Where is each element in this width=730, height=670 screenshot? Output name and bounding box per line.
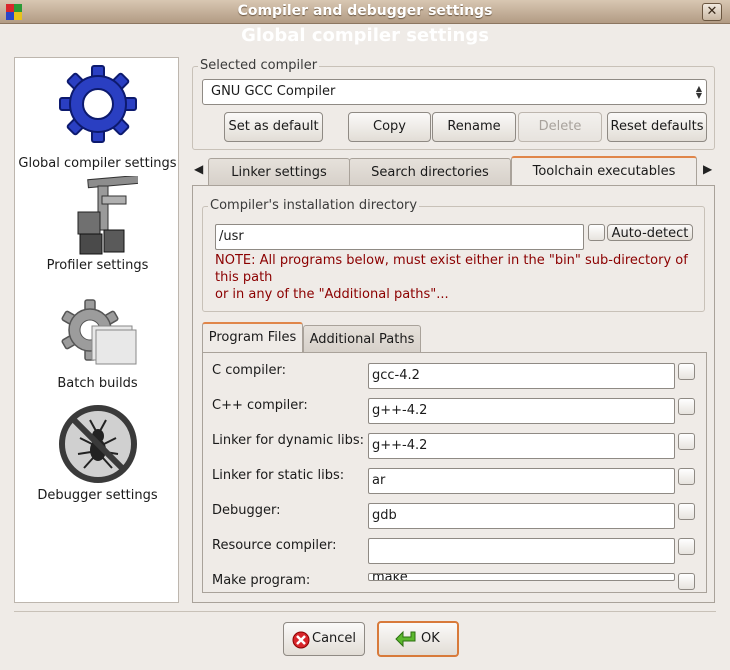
ok-arrow-icon (395, 630, 416, 648)
c-compiler-input[interactable]: gcc-4.2 (368, 363, 675, 389)
dynamic-linker-browse[interactable] (678, 433, 695, 450)
tab-search-directories[interactable]: Search directories (349, 158, 511, 186)
cpp-compiler-input[interactable]: g++-4.2 (368, 398, 675, 424)
copy-button[interactable]: Copy (348, 112, 431, 142)
batch-builds-icon (61, 299, 136, 365)
selected-compiler-group: Selected compiler GNU GCC Compiler ▲ ▼ Se… (192, 58, 715, 150)
ok-label: OK (421, 631, 440, 646)
settings-panel: Selected compiler GNU GCC Compiler ▲ ▼ Se… (191, 55, 716, 603)
static-linker-label: Linker for static libs: (212, 468, 345, 483)
make-program-browse[interactable] (678, 573, 695, 590)
resource-compiler-browse[interactable] (678, 538, 695, 555)
note-line: NOTE: All programs below, must exist eit… (215, 253, 688, 268)
tab-scroll-right-icon[interactable]: ▶ (703, 162, 712, 176)
note-line: or in any of the "Additional paths"... (215, 287, 449, 302)
cancel-button[interactable]: Cancel (283, 622, 365, 656)
tab-toolchain-executables[interactable]: Toolchain executables (511, 156, 697, 186)
page-banner: Global compiler settings (241, 25, 489, 46)
sidebar-item-label: Batch builds (57, 376, 138, 391)
cpp-compiler-browse[interactable] (678, 398, 695, 415)
sidebar-item-batch-builds[interactable]: Batch builds (15, 296, 180, 391)
separator (14, 611, 716, 612)
combo-arrows-icon: ▲ ▼ (695, 84, 702, 100)
sidebar-item-debugger[interactable]: Debugger settings (15, 404, 180, 503)
cancel-icon (292, 630, 310, 649)
sidebar-item-label: Debugger settings (37, 488, 158, 503)
install-dir-input[interactable]: /usr (215, 224, 584, 250)
tab-linker-settings[interactable]: Linker settings (208, 158, 350, 186)
sidebar-item-profiler[interactable]: Profiler settings (15, 176, 180, 273)
set-default-button[interactable]: Set as default (224, 112, 323, 142)
install-dir-checkbox[interactable] (588, 224, 605, 241)
cancel-label: Cancel (312, 631, 357, 646)
make-program-input[interactable]: make (368, 573, 675, 581)
delete-button[interactable]: Delete (518, 112, 602, 142)
rename-button[interactable]: Rename (432, 112, 516, 142)
dynamic-linker-label: Linker for dynamic libs: (212, 433, 364, 448)
compiler-select-value: GNU GCC Compiler (211, 84, 336, 99)
sidebar-item-label: Profiler settings (46, 258, 149, 273)
sidebar: Global compiler settings Profiler settin… (14, 57, 179, 603)
ok-button[interactable]: OK (377, 621, 459, 657)
compiler-select[interactable]: GNU GCC Compiler ▲ ▼ (202, 79, 707, 105)
c-compiler-browse[interactable] (678, 363, 695, 380)
group-title: Selected compiler (198, 58, 320, 73)
sidebar-item-global-compiler[interactable]: Global compiler settings (15, 64, 180, 171)
resource-compiler-label: Resource compiler: (212, 538, 337, 553)
note-line: this path (215, 270, 273, 285)
resource-compiler-input[interactable] (368, 538, 675, 564)
tab-scroll-left-icon[interactable]: ◀ (194, 162, 203, 176)
program-files-frame: C compiler: gcc-4.2 C++ compiler: g++-4.… (202, 352, 707, 593)
cpp-compiler-label: C++ compiler: (212, 398, 308, 413)
install-note: NOTE: All programs below, must exist eit… (215, 252, 695, 303)
group-title: Compiler's installation directory (208, 198, 420, 213)
auto-detect-button[interactable]: Auto-detect (607, 224, 693, 241)
static-linker-input[interactable]: ar (368, 468, 675, 494)
profiler-icon (77, 176, 138, 255)
debugger-bug-icon (58, 405, 137, 483)
debugger-browse[interactable] (678, 503, 695, 520)
tab-content: Compiler's installation directory /usr A… (192, 185, 715, 603)
c-compiler-label: C compiler: (212, 363, 286, 378)
debugger-label: Debugger: (212, 503, 281, 518)
static-linker-browse[interactable] (678, 468, 695, 485)
gear-icon (58, 65, 137, 143)
window-title: Compiler and debugger settings (237, 3, 493, 19)
title-bar: Compiler and debugger settings ✕ (0, 0, 730, 24)
debugger-input[interactable]: gdb (368, 503, 675, 529)
close-icon[interactable]: ✕ (702, 3, 722, 21)
reset-defaults-button[interactable]: Reset defaults (607, 112, 707, 142)
make-program-label: Make program: (212, 573, 311, 588)
sidebar-item-label: Global compiler settings (18, 156, 177, 171)
tab-program-files[interactable]: Program Files (202, 322, 303, 353)
install-dir-group: Compiler's installation directory /usr A… (202, 198, 705, 312)
dynamic-linker-input[interactable]: g++-4.2 (368, 433, 675, 459)
tab-additional-paths[interactable]: Additional Paths (303, 325, 421, 353)
